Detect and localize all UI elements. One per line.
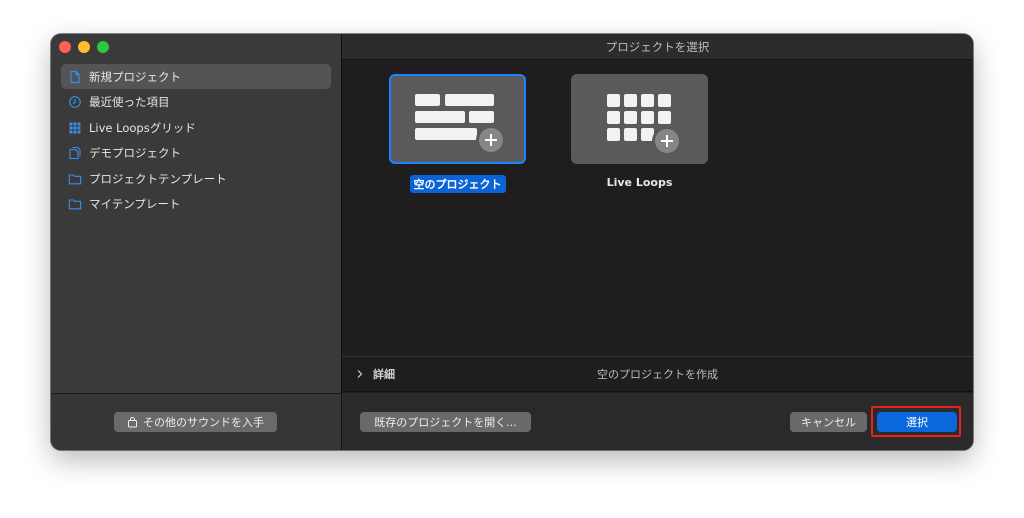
sidebar-item-label: プロジェクトテンプレート — [89, 171, 227, 186]
sidebar-item-new-project[interactable]: 新規プロジェクト — [61, 64, 331, 89]
dialog-footer: 既存のプロジェクトを開く... キャンセル 選択 — [342, 393, 973, 450]
project-chooser-window: 新規プロジェクト 最近使った項目 Live Loopsグリッド デモプロジェクト… — [51, 34, 973, 450]
shopping-bag-icon — [128, 416, 137, 427]
document-icon — [70, 70, 80, 83]
get-more-sounds-label: その他のサウンドを入手 — [143, 416, 264, 429]
sidebar-item-my-templates[interactable]: マイテンプレート — [61, 192, 331, 217]
sidebar-item-label: 新規プロジェクト — [89, 69, 181, 84]
sidebar-item-label: デモプロジェクト — [89, 146, 181, 161]
chevron-right-icon[interactable] — [355, 369, 365, 379]
clock-icon — [69, 96, 81, 108]
documents-icon — [69, 147, 81, 160]
details-description: 空のプロジェクトを作成 — [597, 368, 718, 381]
sidebar-item-demo-projects[interactable]: デモプロジェクト — [61, 141, 331, 166]
get-more-sounds-button[interactable]: その他のサウンドを入手 — [114, 412, 277, 432]
sidebar-item-project-templates[interactable]: プロジェクトテンプレート — [61, 166, 331, 191]
window-controls — [59, 41, 109, 53]
zoom-window-button[interactable] — [97, 41, 109, 53]
details-toggle-label[interactable]: 詳細 — [373, 366, 395, 382]
sidebar-footer: その他のサウンドを入手 — [51, 393, 341, 450]
main-panel: プロジェクトを選択 空のプロジェクト Live Loops 詳細 空のプロジェク… — [342, 34, 973, 450]
empty-project-icon — [415, 94, 506, 155]
window-title: プロジェクトを選択 — [342, 34, 973, 60]
live-loops-grid-icon — [607, 94, 682, 156]
details-bar: 詳細 空のプロジェクトを作成 — [342, 356, 973, 392]
sidebar-item-recent[interactable]: 最近使った項目 — [61, 90, 331, 115]
template-tile-live-loops[interactable]: Live Loops — [571, 74, 708, 190]
sidebar-item-label: マイテンプレート — [89, 197, 181, 212]
empty-project-thumbnail — [389, 74, 526, 164]
sidebar-list: 新規プロジェクト 最近使った項目 Live Loopsグリッド デモプロジェクト… — [61, 64, 331, 218]
sidebar: 新規プロジェクト 最近使った項目 Live Loopsグリッド デモプロジェクト… — [51, 34, 342, 450]
template-gallery: 空のプロジェクト Live Loops — [342, 74, 973, 194]
close-window-button[interactable] — [59, 41, 71, 53]
folder-icon — [68, 174, 82, 185]
minimize-window-button[interactable] — [78, 41, 90, 53]
grid-icon — [69, 122, 81, 134]
sidebar-item-live-loops-grid[interactable]: Live Loopsグリッド — [61, 115, 331, 140]
choose-button[interactable]: 選択 — [877, 412, 957, 432]
sidebar-item-label: Live Loopsグリッド — [89, 120, 196, 135]
cancel-button[interactable]: キャンセル — [790, 412, 867, 432]
open-existing-project-button[interactable]: 既存のプロジェクトを開く... — [360, 412, 531, 432]
folder-icon — [68, 199, 82, 210]
template-label: 空のプロジェクト — [409, 175, 506, 193]
live-loops-thumbnail — [571, 74, 708, 164]
template-tile-empty-project[interactable]: 空のプロジェクト — [389, 74, 526, 193]
template-label: Live Loops — [606, 176, 673, 189]
sidebar-item-label: 最近使った項目 — [89, 95, 170, 110]
